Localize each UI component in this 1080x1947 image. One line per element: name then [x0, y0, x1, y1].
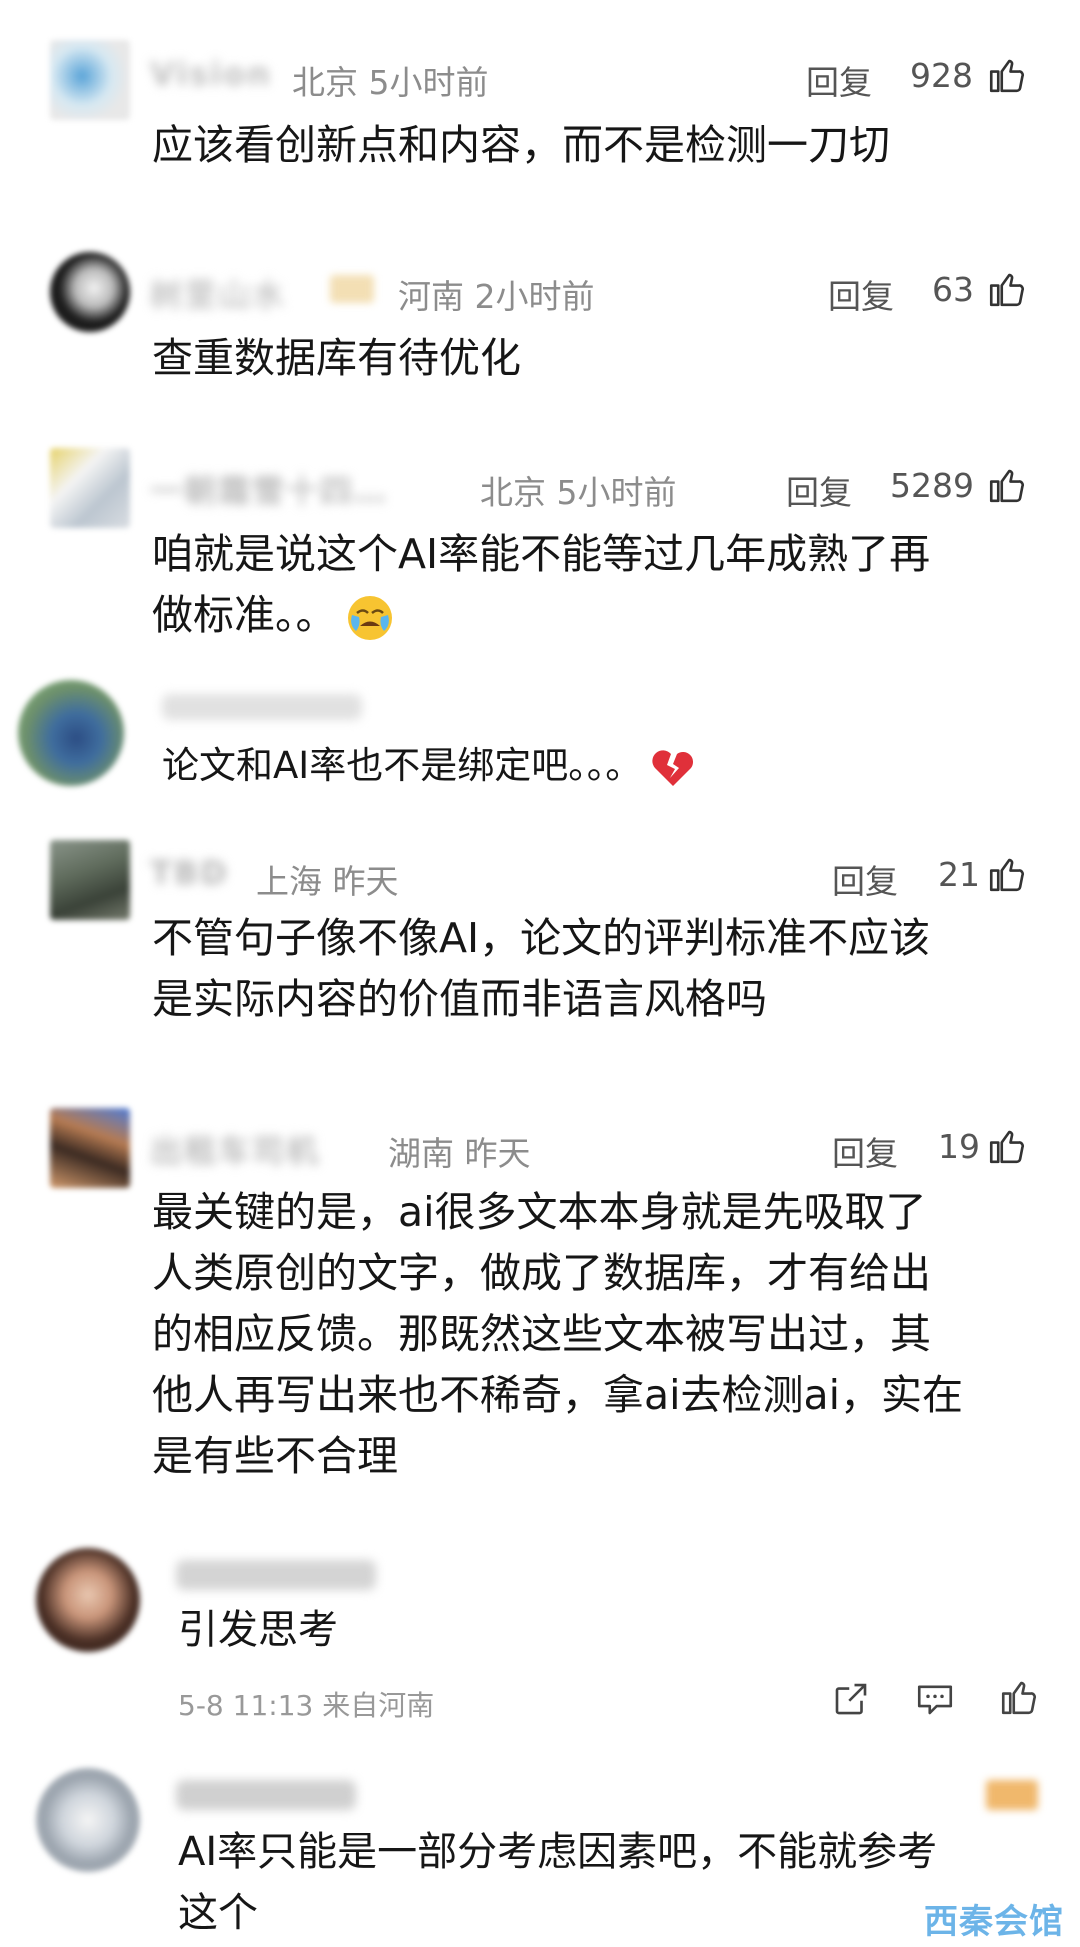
- avatar[interactable]: [36, 1768, 140, 1872]
- comment-text: 最关键的是，ai很多文本本身就是先吸取了 人类原创的文字，做成了数据库，才有给出…: [152, 1188, 964, 1480]
- comment-meta: 北京 5小时前: [292, 56, 489, 104]
- user-badge: [330, 275, 374, 303]
- thumbs-up-icon[interactable]: [986, 54, 1028, 96]
- thumbs-up-icon[interactable]: [986, 268, 1028, 310]
- username[interactable]: [176, 1560, 376, 1590]
- comment-meta: 上海 昨天: [256, 855, 399, 903]
- comment-text: 不管句子像不像AI，论文的评判标准不应该 是实际内容的价值而非语言风格吗: [152, 914, 931, 1023]
- avatar[interactable]: [36, 1548, 140, 1652]
- comment-meta: 湖南 昨天: [388, 1127, 531, 1175]
- avatar[interactable]: [50, 1108, 130, 1188]
- watermark: 西秦会馆: [924, 1902, 1064, 1942]
- avatar[interactable]: [18, 680, 124, 786]
- comment-icon[interactable]: [914, 1678, 956, 1720]
- avatar[interactable]: [50, 252, 130, 332]
- timestamp: 5小时前: [368, 63, 489, 102]
- username[interactable]: 树里山水: [150, 270, 286, 316]
- comment-text: 应该看创新点和内容，而不是检测一刀切: [152, 121, 890, 169]
- timestamp: 昨天: [464, 1134, 531, 1173]
- like-count: 21: [938, 855, 980, 894]
- user-badge: [986, 1780, 1038, 1810]
- like-count: 928: [910, 56, 973, 95]
- timestamp: 5小时前: [556, 473, 677, 512]
- timestamp: 昨天: [332, 862, 399, 901]
- comment-text: 查重数据库有待优化: [152, 334, 521, 382]
- username[interactable]: Vision: [150, 55, 272, 93]
- comment-text: AI率只能是一部分考虑因素吧，不能就参考 这个: [178, 1829, 938, 1936]
- thumbs-up-icon[interactable]: [986, 1125, 1028, 1167]
- reply-button[interactable]: 回复: [832, 855, 898, 903]
- avatar[interactable]: [50, 40, 130, 120]
- share-icon[interactable]: [830, 1678, 872, 1720]
- reply-button[interactable]: 回复: [786, 466, 852, 514]
- crying-emoji: [347, 596, 392, 640]
- avatar[interactable]: [50, 448, 130, 528]
- comment-timestamp: 5-8 11:13 来自河南: [178, 1689, 435, 1722]
- broken-heart-emoji: [652, 749, 694, 786]
- username[interactable]: 一朝霜雪十四…: [150, 466, 388, 512]
- location: 北京: [292, 63, 358, 102]
- avatar[interactable]: [50, 840, 130, 920]
- like-count: 5289: [890, 466, 974, 505]
- username[interactable]: 出租车司机: [150, 1126, 320, 1172]
- comment-text: 咱就是说这个AI率能不能等过几年成熟了再 做标准。。: [152, 524, 930, 646]
- like-count: 63: [932, 270, 974, 309]
- comment-text: 引发思考: [178, 1607, 338, 1653]
- location: 北京: [480, 473, 546, 512]
- location: 河南: [398, 277, 464, 316]
- username[interactable]: [162, 694, 362, 720]
- location: 湖南: [388, 1134, 454, 1173]
- comment-meta: 北京 5小时前: [480, 466, 677, 514]
- reply-button[interactable]: 回复: [832, 1127, 898, 1175]
- reply-button[interactable]: 回复: [806, 56, 872, 104]
- location: 上海: [256, 862, 322, 901]
- comment-text: 论文和AI率也不是绑定吧。。。: [162, 735, 696, 796]
- username[interactable]: [176, 1780, 356, 1810]
- comment-meta: 河南 2小时前: [398, 270, 595, 318]
- thumbs-up-icon[interactable]: [986, 853, 1028, 895]
- timestamp: 2小时前: [474, 277, 595, 316]
- thumbs-up-icon[interactable]: [986, 464, 1028, 506]
- like-count: 19: [938, 1127, 980, 1166]
- thumbs-up-icon[interactable]: [998, 1676, 1040, 1718]
- reply-button[interactable]: 回复: [828, 270, 894, 318]
- username[interactable]: TBD: [150, 854, 229, 892]
